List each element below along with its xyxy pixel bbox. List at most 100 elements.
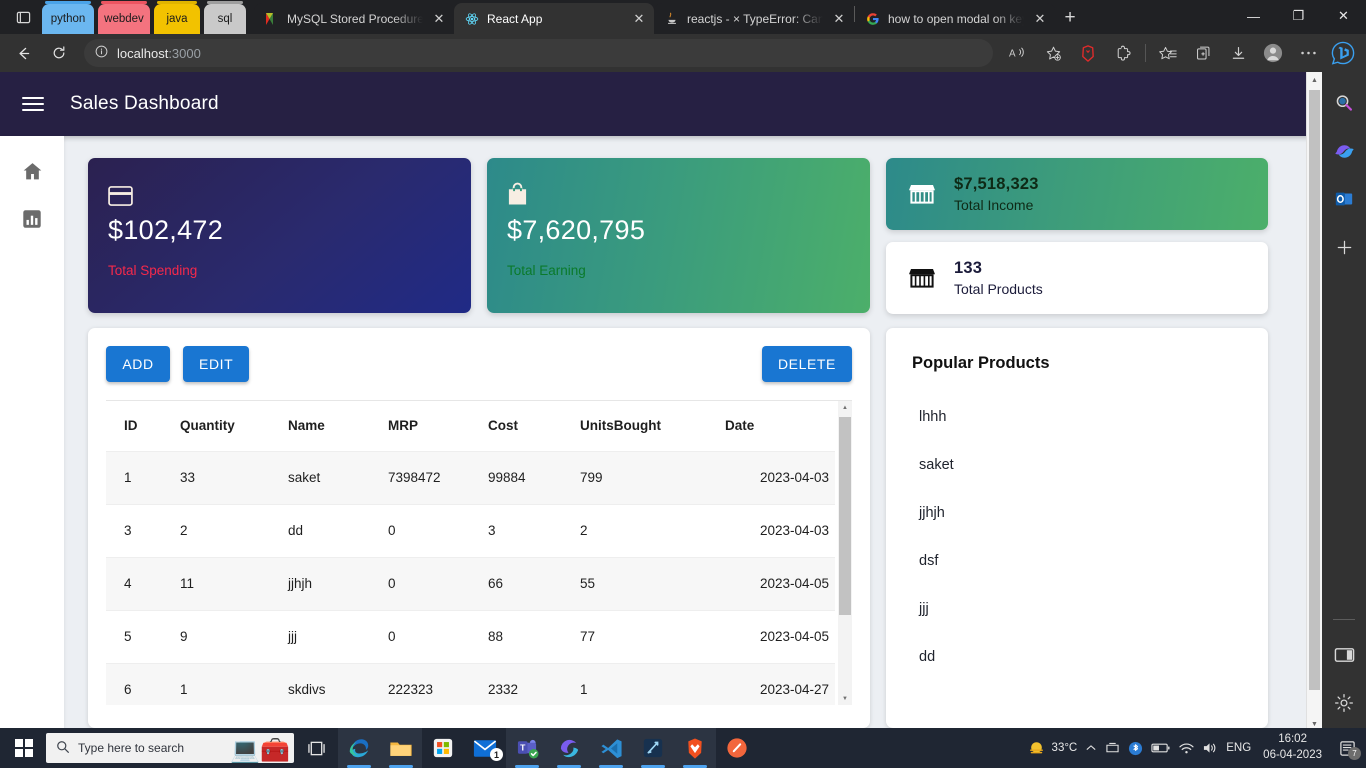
stats-big-group: $102,472 Total Spending $7,620,795 Total… xyxy=(88,158,870,314)
column-header-cost[interactable]: Cost xyxy=(480,401,572,451)
settings-more-icon[interactable] xyxy=(1291,38,1325,68)
taskbar-app-teams[interactable]: T xyxy=(506,728,548,768)
search-input[interactable]: Type here to search 💻🧰 xyxy=(46,733,294,763)
column-header-id[interactable]: ID xyxy=(106,401,172,451)
profile-icon[interactable] xyxy=(1256,38,1290,68)
taskbar-app-file-explorer[interactable] xyxy=(380,728,422,768)
column-header-name[interactable]: Name xyxy=(280,401,380,451)
tab-reactjs-error[interactable]: reactjs - × TypeError: Cannot r ✕ xyxy=(654,3,854,34)
taskbar-app-vscode[interactable] xyxy=(590,728,632,768)
cell-cost: 3 xyxy=(480,503,572,557)
add-tool-icon[interactable] xyxy=(1331,234,1357,260)
collections-icon[interactable] xyxy=(1186,38,1220,68)
pinned-tab-sql[interactable]: sql xyxy=(204,1,246,34)
system-tray: 33°C ENG 16:02 06-04-2023 7 xyxy=(1027,728,1366,768)
brave-icon[interactable] xyxy=(1071,38,1105,68)
taskbar-app-postman[interactable] xyxy=(716,728,758,768)
wifi-icon[interactable] xyxy=(1178,742,1194,755)
show-hidden-icons-icon[interactable] xyxy=(1085,742,1097,754)
new-tab-button[interactable]: + xyxy=(1055,3,1085,33)
add-button[interactable]: ADD xyxy=(106,346,170,382)
google-icon xyxy=(865,11,881,27)
column-header-quantity[interactable]: Quantity xyxy=(172,401,280,451)
list-item[interactable]: dsf xyxy=(912,537,1244,585)
onedrive-icon[interactable] xyxy=(1105,742,1120,755)
list-item[interactable]: jjhjh xyxy=(912,489,1244,537)
add-favorite-icon[interactable] xyxy=(1036,38,1070,68)
maximize-button[interactable]: ❐ xyxy=(1276,0,1321,32)
back-icon[interactable] xyxy=(6,38,40,68)
sidebar-item-analytics[interactable] xyxy=(19,206,45,232)
table-row[interactable]: 1 33 saket 7398472 99884 799 2023-04-03 xyxy=(106,450,835,504)
start-button[interactable] xyxy=(2,728,46,768)
list-item[interactable]: jjj xyxy=(912,585,1244,633)
pinned-tab-python[interactable]: python xyxy=(42,1,94,34)
taskbar-app-brave[interactable] xyxy=(674,728,716,768)
close-icon[interactable]: ✕ xyxy=(830,10,848,28)
stats-small-group: $7,518,323 Total Income 133 Total Produc… xyxy=(886,158,1268,314)
gear-icon[interactable] xyxy=(1331,690,1357,716)
split-screen-icon[interactable] xyxy=(1331,642,1357,668)
column-header-mrp[interactable]: MRP xyxy=(380,401,480,451)
page-scrollbar[interactable]: ▲ ▼ xyxy=(1306,72,1322,732)
read-aloud-icon[interactable]: A xyxy=(1001,38,1035,68)
scroll-up-icon[interactable]: ▲ xyxy=(838,401,852,415)
close-icon[interactable]: ✕ xyxy=(1031,10,1049,28)
list-item[interactable]: dd xyxy=(912,633,1244,681)
tab-react-app[interactable]: React App ✕ xyxy=(454,3,654,34)
refresh-icon[interactable] xyxy=(42,38,76,68)
taskbar-app-editor[interactable] xyxy=(632,728,674,768)
minimize-button[interactable]: — xyxy=(1231,0,1276,32)
menu-icon[interactable] xyxy=(22,97,44,111)
tab-how-to-open-modal[interactable]: how to open modal on key pr ✕ xyxy=(855,3,1055,34)
battery-icon[interactable] xyxy=(1151,742,1170,754)
favorites-icon[interactable] xyxy=(1151,38,1185,68)
table-row[interactable]: 6 1 skdivs 222323 2332 1 2023-04-27 xyxy=(106,662,835,705)
search-icon[interactable] xyxy=(1331,90,1357,116)
delete-button[interactable]: DELETE xyxy=(761,346,852,382)
info-icon[interactable] xyxy=(94,44,109,62)
volume-icon[interactable] xyxy=(1202,741,1218,755)
outlook-icon[interactable] xyxy=(1331,186,1357,212)
table-row[interactable]: 4 11 jjhjh 0 66 55 2023-04-05 xyxy=(106,556,835,610)
table-scrollbar-thumb[interactable] xyxy=(839,417,851,615)
edit-button[interactable]: EDIT xyxy=(183,346,250,382)
table-row[interactable]: 3 2 dd 0 3 2 2023-04-03 xyxy=(106,503,835,557)
downloads-icon[interactable] xyxy=(1221,38,1255,68)
list-item[interactable]: lhhh xyxy=(912,393,1244,441)
sidebar-item-home[interactable] xyxy=(19,158,45,184)
taskbar-app-microsoft-store[interactable] xyxy=(422,728,464,768)
tab-actions-icon[interactable] xyxy=(4,0,42,34)
column-header-date[interactable]: Date xyxy=(717,401,835,451)
extensions-icon[interactable] xyxy=(1106,38,1140,68)
close-icon[interactable]: ✕ xyxy=(630,10,648,28)
list-item[interactable]: saket xyxy=(912,441,1244,489)
cell-id: 1 xyxy=(106,450,172,504)
close-window-button[interactable]: ✕ xyxy=(1321,0,1366,32)
notifications-button[interactable]: 7 xyxy=(1334,728,1361,768)
copilot-icon[interactable] xyxy=(1331,138,1357,164)
address-bar[interactable]: localhost:3000 xyxy=(84,39,993,67)
scroll-down-icon[interactable]: ▼ xyxy=(838,692,852,705)
tab-mysql[interactable]: MySQL Stored Procedure Para ✕ xyxy=(254,3,454,34)
bing-copilot-icon[interactable] xyxy=(1326,38,1360,68)
pinned-tab-label: python xyxy=(50,13,86,25)
pinned-tab-java[interactable]: java xyxy=(154,1,200,34)
table-scrollbar[interactable]: ▲ ▼ xyxy=(838,401,852,705)
taskbar-app-edge[interactable] xyxy=(338,728,380,768)
language-indicator[interactable]: ENG xyxy=(1226,742,1251,754)
taskbar-app-edge-dev[interactable] xyxy=(548,728,590,768)
taskbar-app-mail[interactable]: 1 xyxy=(464,728,506,768)
task-view-button[interactable] xyxy=(294,728,338,768)
page-scrollbar-thumb[interactable] xyxy=(1309,90,1320,690)
clock[interactable]: 16:02 06-04-2023 xyxy=(1259,732,1326,763)
weather-widget[interactable]: 33°C xyxy=(1027,739,1077,758)
cell-cost: 2332 xyxy=(480,662,572,705)
column-header-unitsbought[interactable]: UnitsBought xyxy=(572,401,717,451)
scroll-up-icon[interactable]: ▲ xyxy=(1307,72,1322,88)
pinned-tab-webdev[interactable]: webdev xyxy=(98,1,150,34)
close-icon[interactable]: ✕ xyxy=(430,10,448,28)
cell-quantity: 33 xyxy=(172,450,280,504)
bluetooth-icon[interactable] xyxy=(1128,741,1143,756)
table-row[interactable]: 5 9 jjj 0 88 77 2023-04-05 xyxy=(106,609,835,663)
